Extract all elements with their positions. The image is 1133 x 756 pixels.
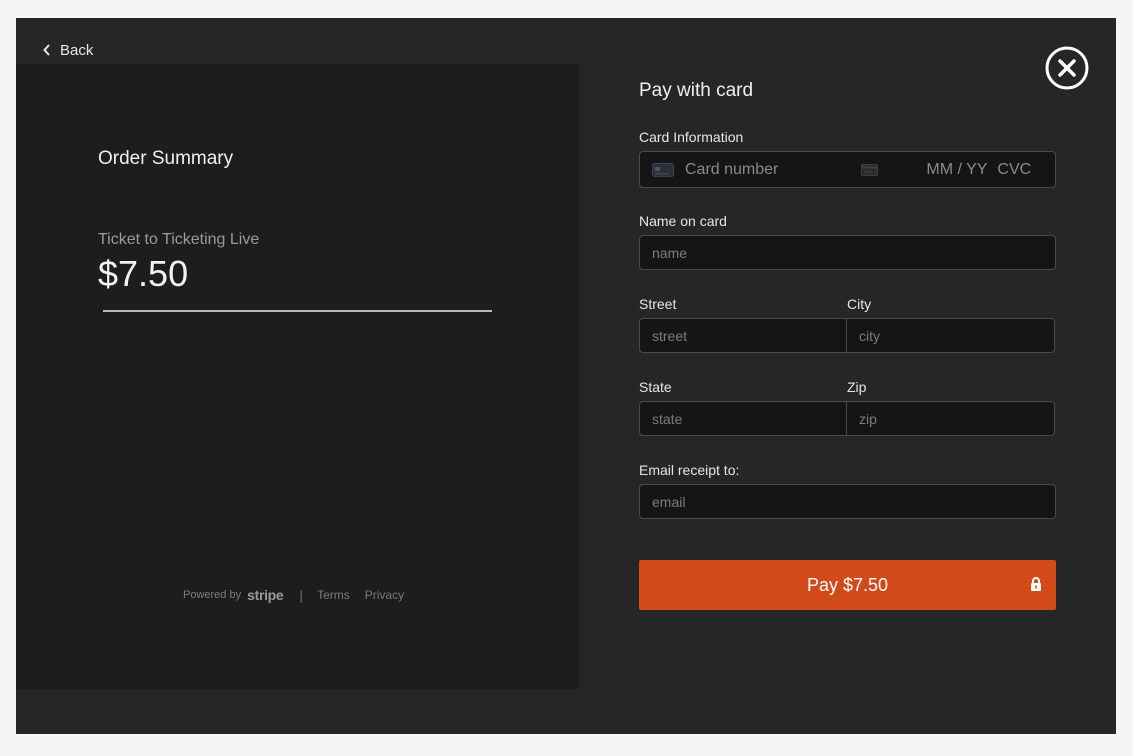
pay-button-label: Pay $7.50 — [806, 574, 889, 595]
order-summary-title: Order Summary — [98, 148, 234, 169]
pay-with-card-title: Pay with card — [639, 80, 754, 101]
city-field-wrap — [846, 318, 1055, 353]
name-field-wrap — [639, 235, 1056, 270]
item-name: Ticket to Ticketing Live — [98, 231, 260, 248]
summary-divider — [103, 310, 492, 312]
card-info-field[interactable]: Card number MM / YY CVC — [639, 151, 1056, 188]
zip-input[interactable] — [847, 402, 1054, 435]
expiry-placeholder[interactable]: MM / YY — [926, 161, 987, 179]
zip-label: Zip — [847, 379, 867, 395]
order-summary-panel: Order Summary Ticket to Ticketing Live $… — [16, 64, 579, 689]
powered-by-text: Powered by — [183, 589, 242, 601]
chevron-left-icon — [43, 44, 50, 56]
terms-link[interactable]: Terms — [317, 588, 350, 602]
privacy-link[interactable]: Privacy — [365, 588, 404, 602]
order-price: $7.50 — [98, 253, 189, 294]
street-field-wrap — [639, 318, 847, 353]
checkout-modal: Back Order Summary Ticket to Ticketing L… — [16, 18, 1116, 734]
email-input[interactable] — [640, 485, 1055, 518]
email-label: Email receipt to: — [639, 462, 740, 478]
card-number-placeholder[interactable]: Card number — [685, 161, 778, 179]
state-field-wrap — [639, 401, 847, 436]
lock-icon — [1031, 577, 1041, 591]
city-input[interactable] — [847, 319, 1054, 352]
name-label: Name on card — [639, 213, 727, 229]
back-button[interactable]: Back — [42, 40, 93, 60]
stripe-footer: Powered by stripe | Terms Privacy — [183, 587, 419, 603]
name-input[interactable] — [640, 236, 1055, 269]
zip-field-wrap — [846, 401, 1055, 436]
footer-separator: | — [299, 587, 304, 603]
cvc-placeholder[interactable]: CVC — [997, 161, 1031, 179]
stripe-logo: stripe — [247, 587, 284, 603]
state-label: State — [639, 379, 672, 395]
back-label: Back — [60, 41, 94, 59]
card-info-label: Card Information — [639, 129, 744, 145]
pay-button[interactable]: Pay $7.50 — [639, 560, 1056, 610]
city-label: City — [847, 296, 872, 312]
close-icon[interactable] — [1045, 46, 1089, 90]
card-back-icon — [861, 163, 879, 176]
street-input[interactable] — [640, 319, 846, 352]
state-input[interactable] — [640, 402, 846, 435]
card-icon — [652, 162, 674, 177]
email-field-wrap — [639, 484, 1056, 519]
street-label: Street — [639, 296, 677, 312]
